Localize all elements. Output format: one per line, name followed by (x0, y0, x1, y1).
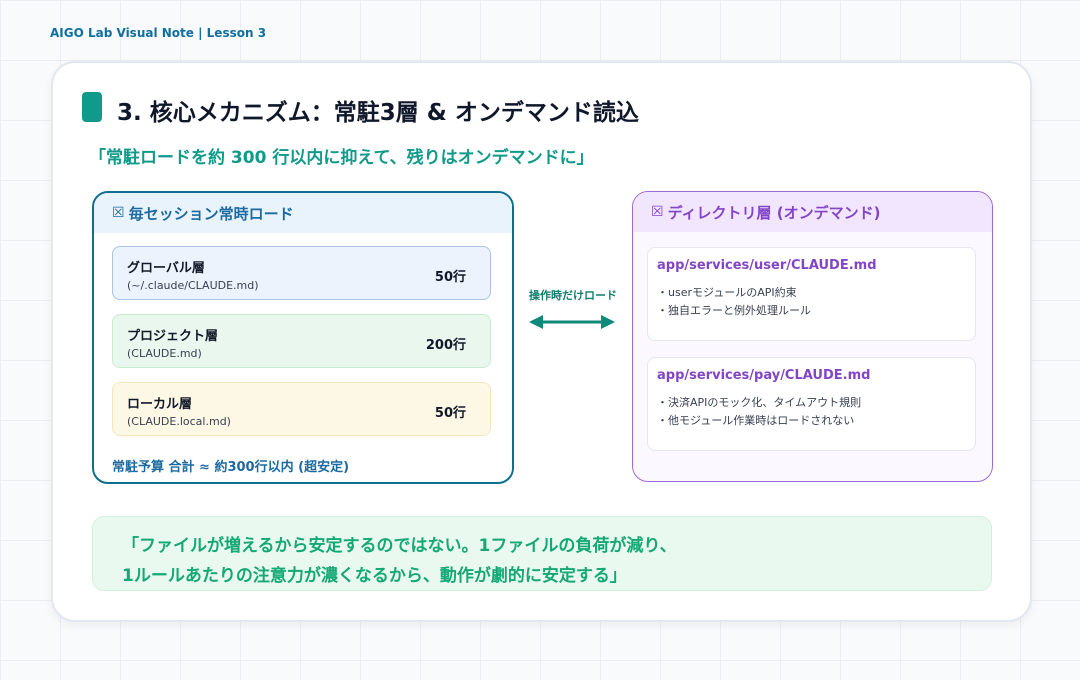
lesson-label: AIGO Lab Visual Note | Lesson 3 (50, 26, 267, 40)
content-card: 3. 核心メカニズム：常駐3層 & オンデマンド読込 「常駐ロードを約 300 … (51, 61, 1032, 622)
double-arrow-icon (529, 315, 615, 329)
quote-line: 「ファイルが増えるから安定するのではない。1ファイルの負荷が減り、 (122, 536, 677, 556)
page-title: 3. 核心メカニズム：常駐3層 & オンデマンド読込 (117, 100, 639, 126)
checkbox-icon: ☒ (112, 205, 125, 221)
quote-line: 1ルールあたりの注意力が濃くなるから、動作が劇的に安定する」 (122, 566, 627, 586)
layer-project: プロジェクト層 (CLAUDE.md) 200行 (112, 314, 491, 368)
layer-line-count: 50行 (434, 406, 466, 421)
layer-local: ローカル層 (CLAUDE.local.md) 50行 (112, 382, 491, 436)
file-note: ・他モジュール作業時はロードされない (657, 414, 855, 427)
on-demand-title: ディレクトリ層 (オンデマンド) (667, 203, 881, 222)
on-demand-header: ☒ ディレクトリ層 (オンデマンド) (633, 192, 992, 232)
key-quote: 「ファイルが増えるから安定するのではない。1ファイルの負荷が減り、 1ルールあた… (92, 516, 992, 591)
file-card-user: app/services/user/CLAUDE.md ・userモジュールのA… (647, 247, 976, 341)
layer-name: ローカル層 (127, 397, 193, 412)
resident-budget: 常駐予算 合計 ≈ 約300行以内 (超安定) (112, 460, 350, 475)
connector-label: 操作時だけロード (529, 289, 617, 302)
layer-global: グローバル層 (~/.claude/CLAUDE.md) 50行 (112, 246, 491, 300)
resident-load-panel: ☒ 毎セッション常時ロード グローバル層 (~/.claude/CLAUDE.m… (92, 191, 514, 484)
title-marker (82, 92, 102, 122)
layer-path: (CLAUDE.local.md) (127, 415, 231, 428)
checkbox-icon: ☒ (651, 204, 664, 220)
file-path: app/services/user/CLAUDE.md (657, 258, 877, 273)
layer-name: グローバル層 (127, 261, 205, 276)
layer-path: (CLAUDE.md) (127, 347, 202, 360)
file-note: ・userモジュールのAPI約束 (657, 286, 797, 299)
resident-load-title: 毎セッション常時ロード (128, 204, 294, 223)
file-card-pay: app/services/pay/CLAUDE.md ・決済APIのモック化、タ… (647, 357, 976, 451)
layer-line-count: 200行 (425, 338, 466, 353)
layer-path: (~/.claude/CLAUDE.md) (127, 279, 259, 292)
layer-name: プロジェクト層 (127, 329, 219, 344)
file-path: app/services/pay/CLAUDE.md (657, 368, 871, 383)
resident-load-header: ☒ 毎セッション常時ロード (94, 193, 512, 233)
file-note: ・独自エラーと例外処理ルール (657, 304, 811, 317)
file-note: ・決済APIのモック化、タイムアウト規則 (657, 396, 862, 409)
page-subtitle: 「常駐ロードを約 300 行以内に抑えて、残りはオンデマンドに」 (89, 148, 594, 168)
layer-line-count: 50行 (434, 270, 466, 285)
on-demand-panel: ☒ ディレクトリ層 (オンデマンド) app/services/user/CLA… (632, 191, 993, 482)
